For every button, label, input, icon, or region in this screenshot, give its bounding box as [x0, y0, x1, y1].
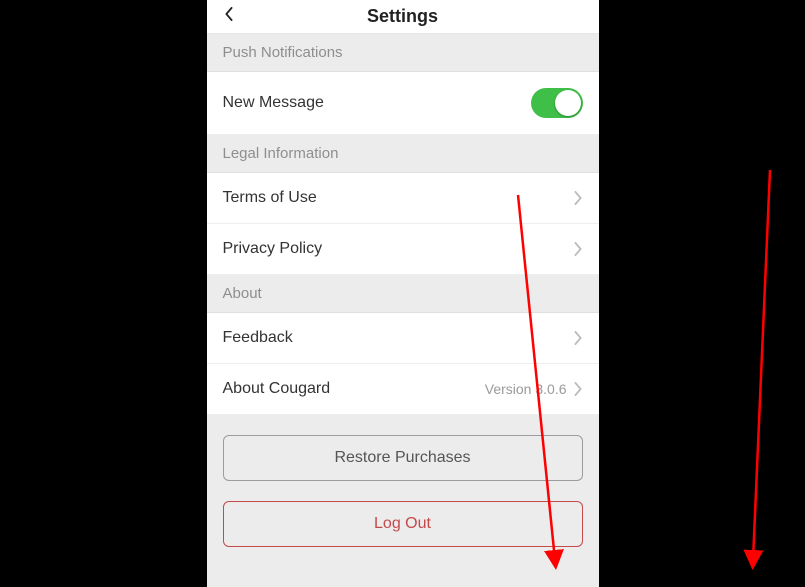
chevron-right-icon	[573, 191, 583, 205]
restore-label: Restore Purchases	[334, 449, 470, 467]
button-area: Restore Purchases Log Out	[207, 415, 599, 587]
row-about-app[interactable]: About Cougard Version 3.0.6	[207, 364, 599, 415]
new-message-label: New Message	[223, 94, 324, 112]
logout-label: Log Out	[374, 515, 431, 533]
restore-purchases-button[interactable]: Restore Purchases	[223, 435, 583, 481]
chevron-right-icon	[573, 382, 583, 396]
feedback-label: Feedback	[223, 329, 293, 347]
version-label: Version 3.0.6	[485, 381, 567, 397]
new-message-toggle[interactable]	[531, 88, 583, 118]
chevron-right-icon	[573, 242, 583, 256]
toggle-knob	[555, 90, 581, 116]
back-button[interactable]	[219, 7, 239, 27]
section-header-legal: Legal Information	[207, 135, 599, 173]
chevron-left-icon	[222, 7, 236, 26]
section-header-about: About	[207, 275, 599, 313]
row-privacy-policy[interactable]: Privacy Policy	[207, 224, 599, 275]
chevron-right-icon	[573, 331, 583, 345]
section-header-push: Push Notifications	[207, 34, 599, 72]
terms-label: Terms of Use	[223, 189, 317, 207]
page-title: Settings	[367, 6, 438, 27]
settings-screen: Settings Push Notifications New Message …	[207, 0, 599, 587]
row-terms-of-use[interactable]: Terms of Use	[207, 173, 599, 224]
privacy-label: Privacy Policy	[223, 240, 323, 258]
header-bar: Settings	[207, 0, 599, 34]
row-feedback[interactable]: Feedback	[207, 313, 599, 364]
about-app-label: About Cougard	[223, 380, 331, 398]
logout-button[interactable]: Log Out	[223, 501, 583, 547]
row-new-message: New Message	[207, 72, 599, 135]
